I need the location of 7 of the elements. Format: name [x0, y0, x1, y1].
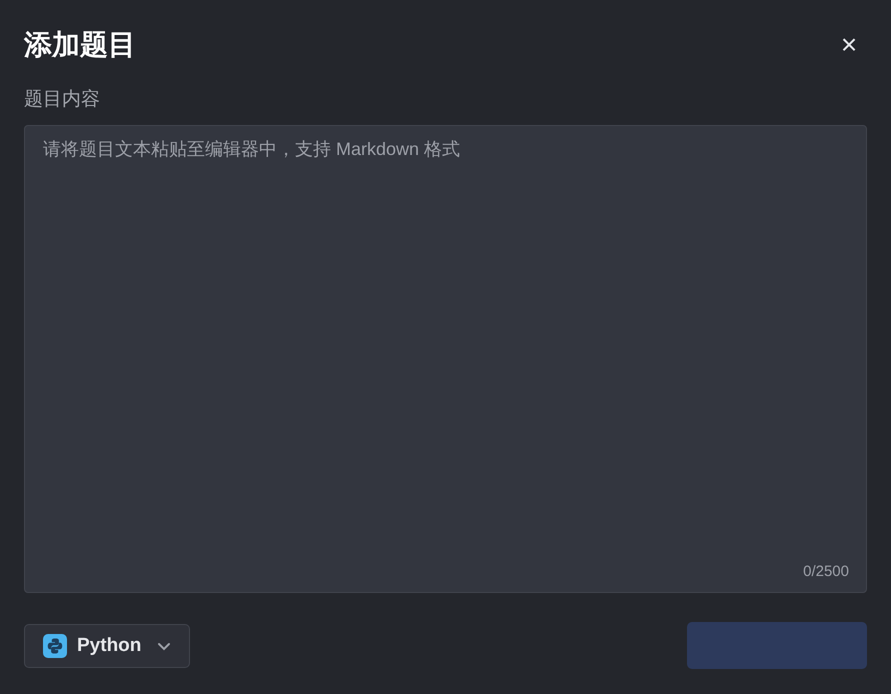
dialog-title: 添加题目: [24, 28, 136, 62]
python-logo-icon: [43, 634, 67, 658]
field-label: 题目内容: [24, 88, 101, 112]
language-dropdown[interactable]: Python: [24, 624, 190, 668]
chevron-down-icon: [157, 642, 172, 650]
close-button[interactable]: ×: [835, 31, 863, 59]
character-counter: 0/2500: [803, 562, 849, 582]
